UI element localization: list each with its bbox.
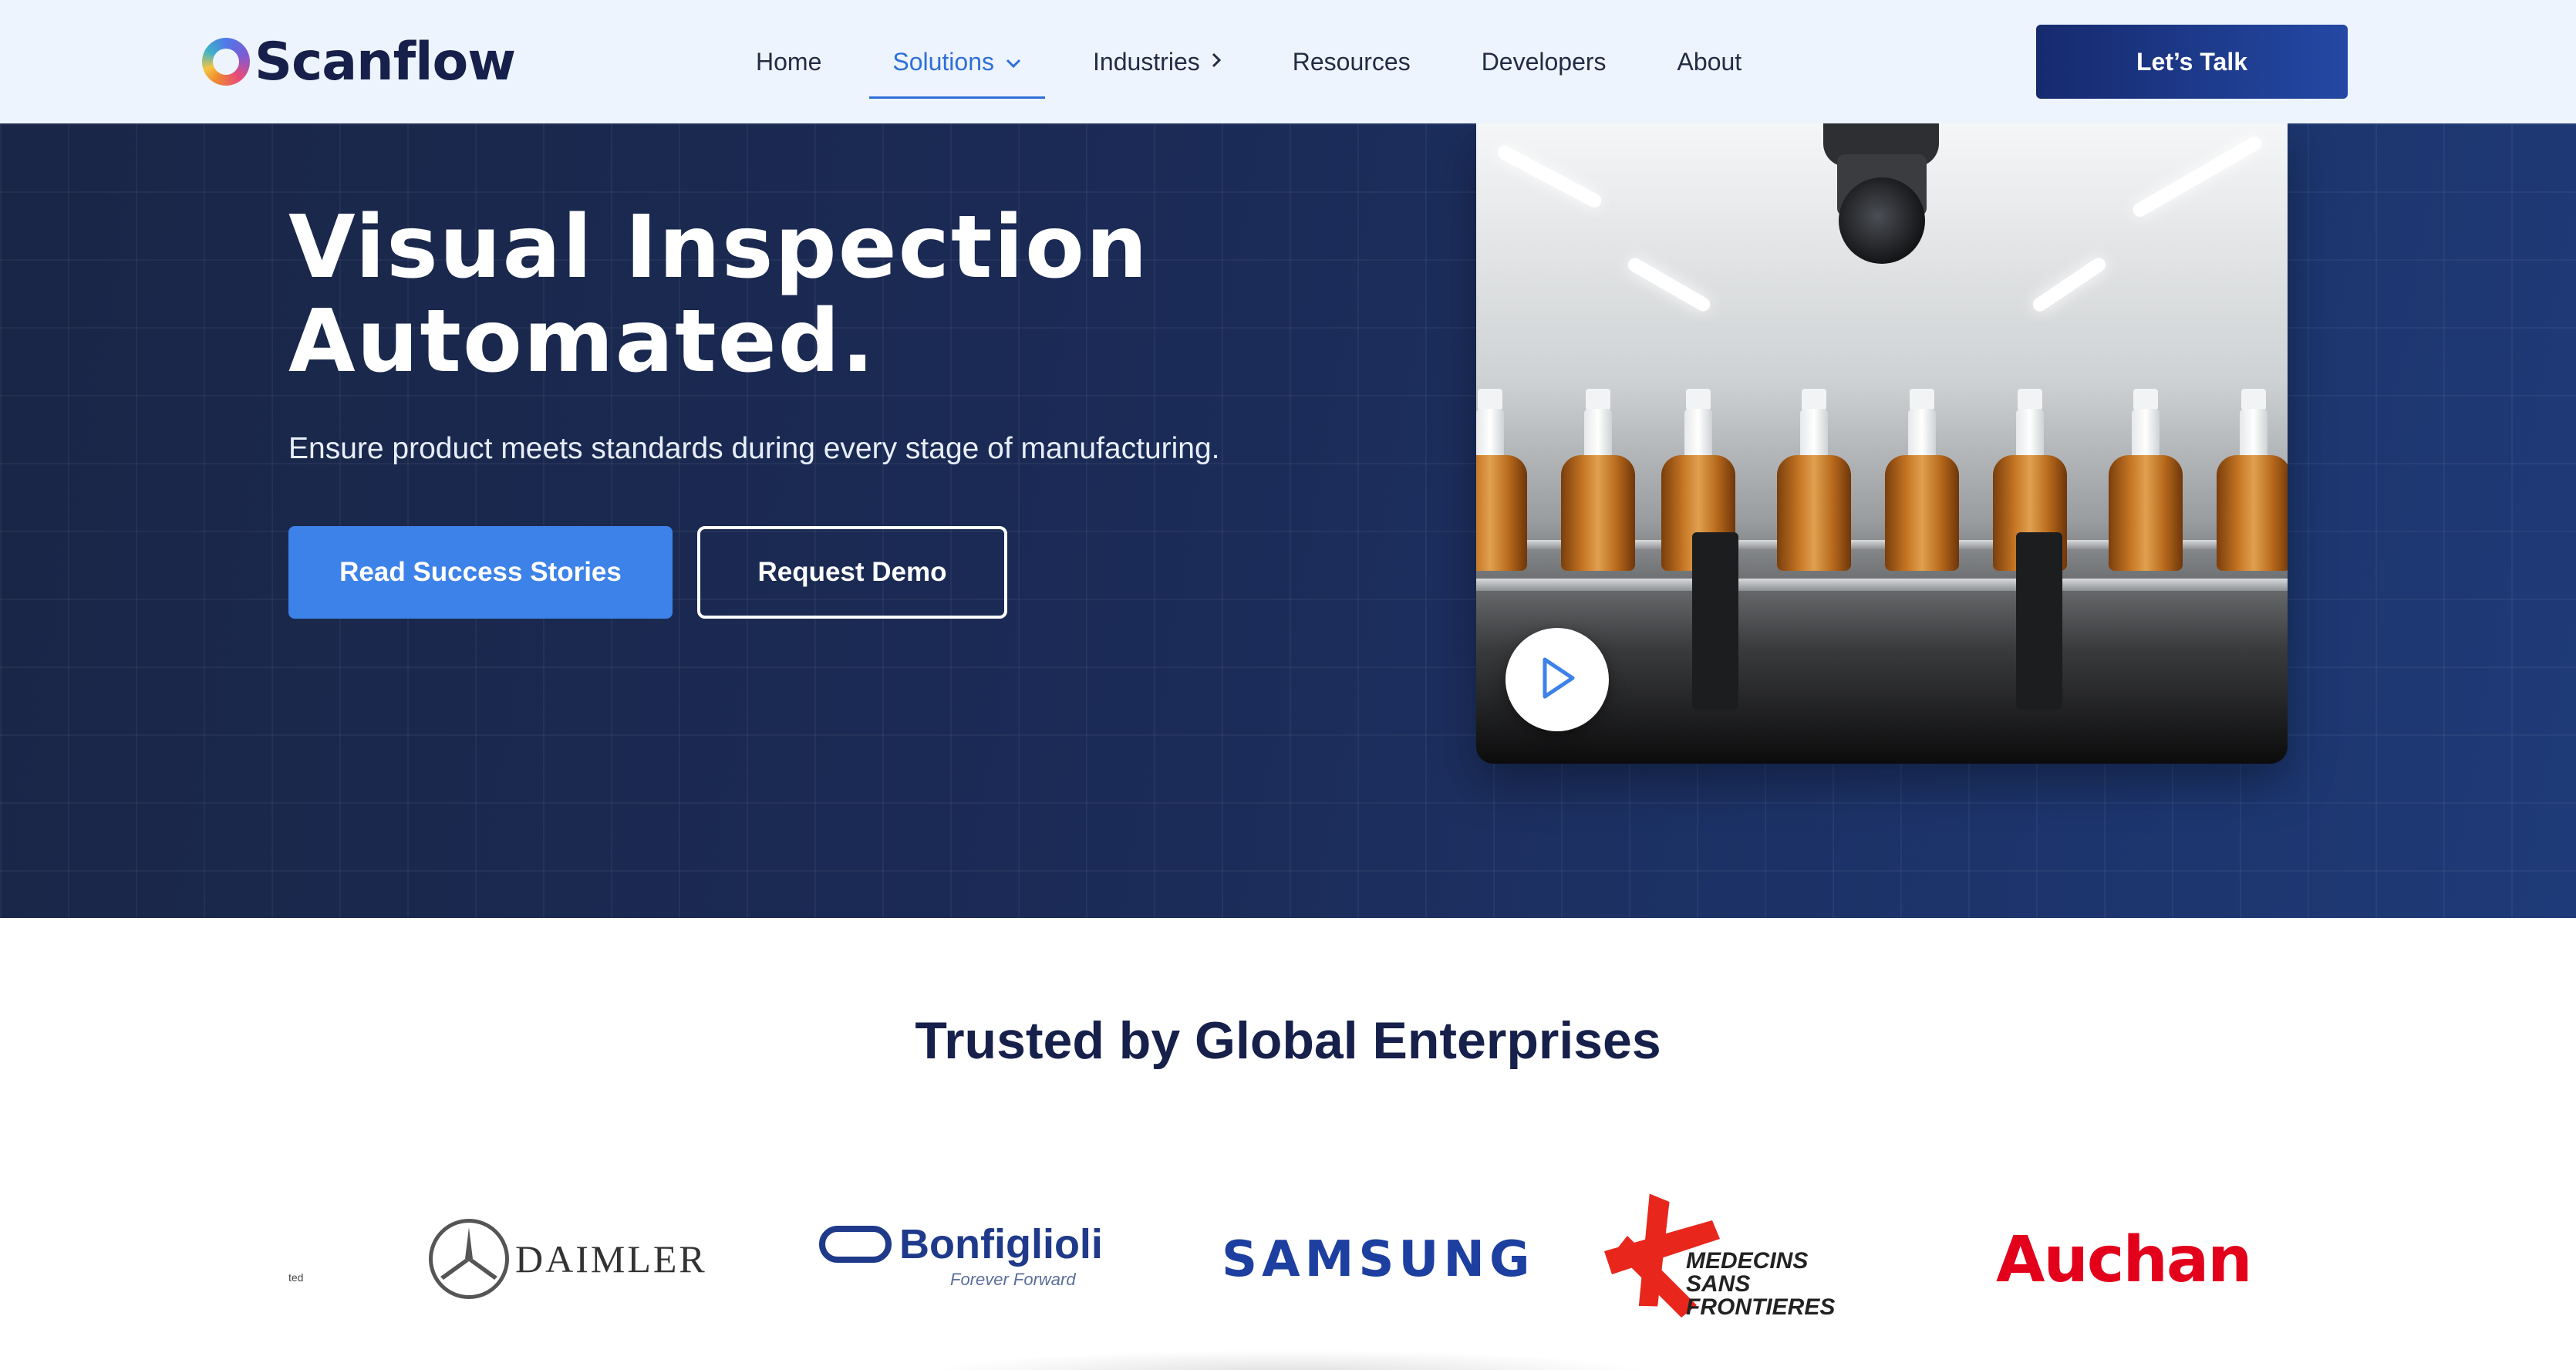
conveyor-rail: [1476, 579, 2288, 591]
nav-item-label: Developers: [1481, 47, 1607, 76]
msf-wordmark-line-2: SANS FRONTIERES: [1686, 1271, 1836, 1320]
nav-item-resources[interactable]: Resources: [1293, 0, 1411, 123]
amber-bottle: [1885, 389, 1959, 571]
chevron-down-icon: [1005, 50, 1022, 74]
nav-item-label: Home: [756, 47, 822, 76]
read-success-stories-button[interactable]: Read Success Stories: [288, 526, 673, 619]
nav-item-home[interactable]: Home: [756, 0, 821, 123]
nav-item-industries[interactable]: Industries: [1093, 0, 1222, 123]
clipped-logo: ted: [288, 1271, 304, 1284]
nav-item-about[interactable]: About: [1677, 0, 1742, 123]
top-navigation: Scanflow Home Solutions Industries Resou…: [0, 0, 2576, 123]
lets-talk-button[interactable]: Let’s Talk: [2036, 25, 2348, 99]
bonfiglioli-wordmark: Bonfiglioli: [899, 1221, 1103, 1267]
section-shadow: [926, 1350, 1650, 1370]
play-icon: [1534, 653, 1580, 707]
ceiling-light: [2130, 133, 2264, 220]
amber-bottle: [1561, 389, 1635, 571]
brand-name: Scanflow: [255, 31, 516, 93]
nav-item-developers[interactable]: Developers: [1482, 0, 1607, 123]
nav-item-label: Industries: [1093, 47, 1200, 76]
chevron-right-icon: [1211, 50, 1222, 74]
request-demo-button[interactable]: Request Demo: [697, 526, 1007, 619]
inspection-camera-lens: [1839, 177, 1925, 264]
main-menu: Home Solutions Industries Resources Deve…: [756, 0, 1812, 123]
ceiling-light: [2030, 255, 2109, 315]
amber-bottle: [2109, 389, 2183, 571]
msf-wordmark-line-1: MEDECINS: [1686, 1248, 1809, 1274]
hero-subtitle: Ensure product meets standards during ev…: [288, 432, 1220, 465]
client-logo-strip: ted DAIMLER Bonfiglioli Forever Forward …: [0, 1173, 2576, 1327]
play-button[interactable]: [1505, 628, 1609, 731]
conveyor-holder: [1692, 532, 1738, 710]
trusted-section-title: Trusted by Global Enterprises: [915, 1011, 1661, 1070]
scanflow-logo[interactable]: Scanflow: [202, 31, 516, 93]
amber-bottle: [2217, 389, 2288, 571]
samsung-logo: SAMSUNG: [1222, 1231, 1535, 1288]
hero-title-line-2: Automated.: [288, 292, 876, 392]
auchan-logo: Auchan: [1996, 1223, 2253, 1297]
daimler-logo: DAIMLER: [429, 1219, 707, 1299]
msf-logo: MEDECINS SANS FRONTIERES: [1597, 1189, 1835, 1319]
ceiling-light: [1625, 255, 1713, 314]
scanflow-ring-icon: [202, 38, 250, 86]
bonfiglioli-logo: Bonfiglioli Forever Forward: [819, 1220, 1103, 1290]
daimler-wordmark: DAIMLER: [515, 1237, 707, 1281]
mercedes-star-icon: [429, 1219, 509, 1299]
amber-bottle: [1476, 389, 1527, 571]
hero-title-line-1: Visual Inspection: [288, 197, 1149, 298]
nav-item-label: About: [1677, 47, 1742, 76]
bonfiglioli-mark-icon: [819, 1226, 892, 1263]
bonfiglioli-tagline: Forever Forward: [950, 1270, 1076, 1289]
hero-section: Visual Inspection Automated. Ensure prod…: [0, 123, 2576, 918]
nav-item-label: Solutions: [892, 47, 994, 76]
ceiling-light: [1495, 143, 1604, 211]
hero-title: Visual Inspection Automated.: [288, 201, 1368, 389]
hero-video-thumbnail[interactable]: [1476, 123, 2288, 764]
nav-item-solutions[interactable]: Solutions: [869, 0, 1045, 123]
conveyor-holder: [2016, 532, 2062, 710]
amber-bottle: [1777, 389, 1851, 571]
nav-item-label: Resources: [1292, 47, 1411, 76]
